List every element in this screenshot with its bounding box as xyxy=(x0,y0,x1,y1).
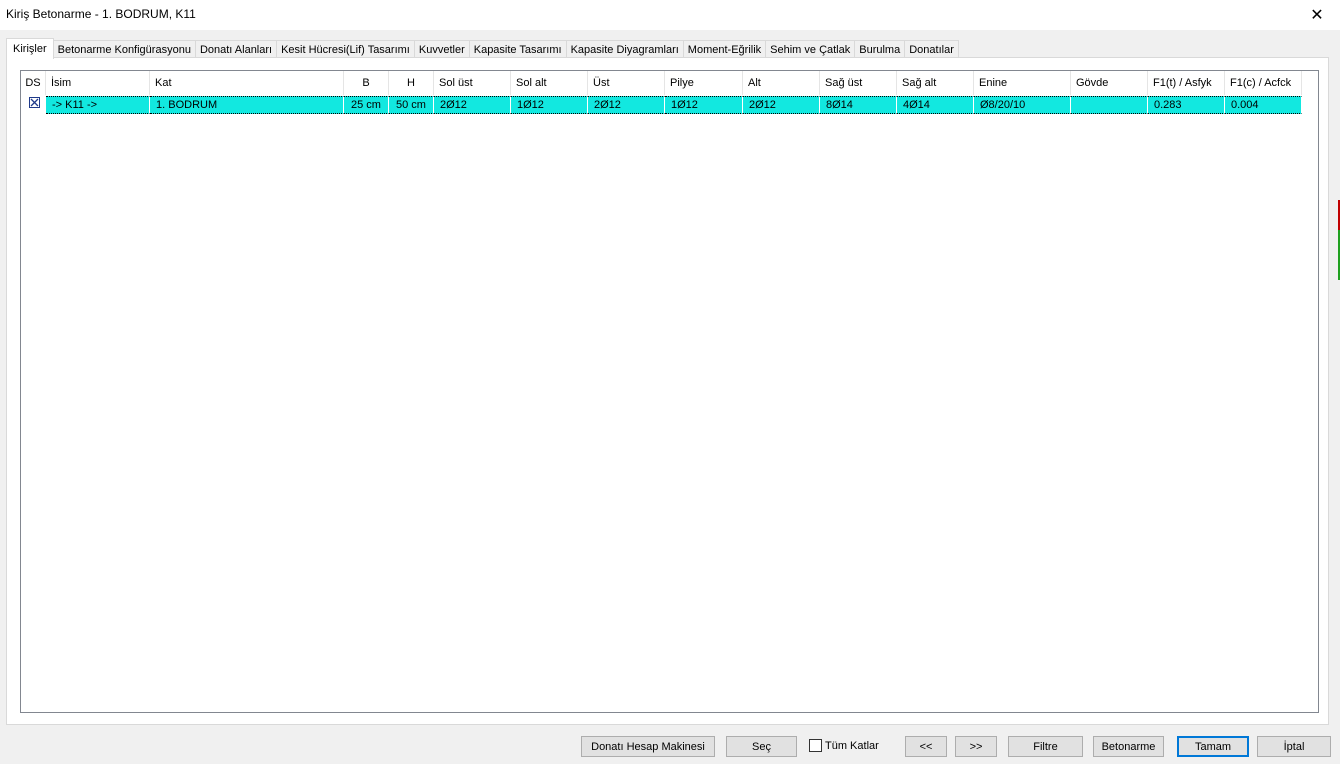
all-floors-label: Tüm Katlar xyxy=(825,739,879,752)
cell-govde[interactable] xyxy=(1071,96,1148,114)
window-title: Kiriş Betonarme - 1. BODRUM, K11 xyxy=(6,7,196,21)
previous-button[interactable]: << xyxy=(905,736,947,757)
col-header-sag-ust[interactable]: Sağ üst xyxy=(820,71,897,95)
cell-alt[interactable]: 2Ø12 xyxy=(743,96,820,114)
cell-isim[interactable]: -> K11 -> xyxy=(46,96,150,114)
filter-button[interactable]: Filtre xyxy=(1008,736,1083,757)
tab-donati-alanlari[interactable]: Donatı Alanları xyxy=(194,40,278,58)
tab-kapasite-diyagramlari[interactable]: Kapasite Diyagramları xyxy=(565,40,684,58)
tab-kapasite-tasarimi[interactable]: Kapasite Tasarımı xyxy=(468,40,567,58)
col-header-alt[interactable]: Alt xyxy=(743,71,820,95)
cancel-button[interactable]: İptal xyxy=(1257,736,1331,757)
cell-kat[interactable]: 1. BODRUM xyxy=(150,96,344,114)
tab-kesit-hucresi[interactable]: Kesit Hücresi(Lif) Tasarımı xyxy=(276,40,415,58)
col-header-ds[interactable]: DS xyxy=(21,71,46,95)
col-header-b[interactable]: B xyxy=(344,71,389,95)
cell-ust[interactable]: 2Ø12 xyxy=(588,96,665,114)
cell-h[interactable]: 50 cm xyxy=(389,96,434,114)
all-floors-toggle[interactable]: Tüm Katlar xyxy=(809,739,879,752)
tab-sehim-ve-catlak[interactable]: Sehim ve Çatlak xyxy=(765,40,856,58)
col-header-enine[interactable]: Enine xyxy=(974,71,1071,95)
tab-kuvvetler[interactable]: Kuvvetler xyxy=(413,40,470,58)
beam-grid[interactable]: DS İsim Kat B H Sol üst Sol alt Üst Pily… xyxy=(20,70,1319,713)
cell-sag-alt[interactable]: 4Ø14 xyxy=(897,96,974,114)
col-header-pilye[interactable]: Pilye xyxy=(665,71,743,95)
ds-cell[interactable] xyxy=(23,96,46,114)
concrete-button[interactable]: Betonarme xyxy=(1093,736,1164,757)
col-header-isim[interactable]: İsim xyxy=(46,71,150,95)
col-header-f1c[interactable]: F1(c) / Acfck xyxy=(1225,71,1302,95)
table-row[interactable]: -> K11 -> 1. BODRUM 25 cm 50 cm 2Ø12 1Ø1… xyxy=(23,96,1302,114)
cell-f1t[interactable]: 0.283 xyxy=(1148,96,1225,114)
cell-f1c[interactable]: 0.004 xyxy=(1225,96,1302,114)
select-button[interactable]: Seç xyxy=(726,736,797,757)
ok-button[interactable]: Tamam xyxy=(1177,736,1249,757)
col-header-govde[interactable]: Gövde xyxy=(1071,71,1148,95)
cell-sol-alt[interactable]: 1Ø12 xyxy=(511,96,588,114)
col-header-sol-ust[interactable]: Sol üst xyxy=(434,71,511,95)
cell-enine[interactable]: Ø8/20/10 xyxy=(974,96,1071,114)
cell-sag-ust[interactable]: 8Ø14 xyxy=(820,96,897,114)
rebar-calculator-button[interactable]: Donatı Hesap Makinesi xyxy=(581,736,715,757)
cell-pilye[interactable]: 1Ø12 xyxy=(665,96,743,114)
col-header-sag-alt[interactable]: Sağ alt xyxy=(897,71,974,95)
col-header-sol-alt[interactable]: Sol alt xyxy=(511,71,588,95)
cell-b[interactable]: 25 cm xyxy=(344,96,389,114)
col-header-h[interactable]: H xyxy=(389,71,434,95)
all-floors-checkbox[interactable] xyxy=(809,739,822,752)
close-icon[interactable]: ✕ xyxy=(1294,0,1340,30)
grid-header: DS İsim Kat B H Sol üst Sol alt Üst Pily… xyxy=(21,71,1302,95)
tab-kirisler[interactable]: Kirişler xyxy=(6,38,54,59)
col-header-ust[interactable]: Üst xyxy=(588,71,665,95)
title-bar: Kiriş Betonarme - 1. BODRUM, K11 ✕ xyxy=(0,0,1340,30)
col-header-f1t[interactable]: F1(t) / Asfyk xyxy=(1148,71,1225,95)
tab-burulma[interactable]: Burulma xyxy=(854,40,906,58)
tab-strip: Kirişler Betonarme Konfigürasyonu Donatı… xyxy=(6,38,959,59)
next-button[interactable]: >> xyxy=(955,736,997,757)
cell-sol-ust[interactable]: 2Ø12 xyxy=(434,96,511,114)
tab-betonarme-konfigurasyonu[interactable]: Betonarme Konfigürasyonu xyxy=(52,40,196,58)
checked-box-icon[interactable] xyxy=(28,97,40,108)
tab-moment-egrilik[interactable]: Moment-Eğrilik xyxy=(682,40,767,58)
tab-donatilar[interactable]: Donatılar xyxy=(904,40,959,58)
col-header-kat[interactable]: Kat xyxy=(150,71,344,95)
tab-panel: DS İsim Kat B H Sol üst Sol alt Üst Pily… xyxy=(6,57,1329,725)
